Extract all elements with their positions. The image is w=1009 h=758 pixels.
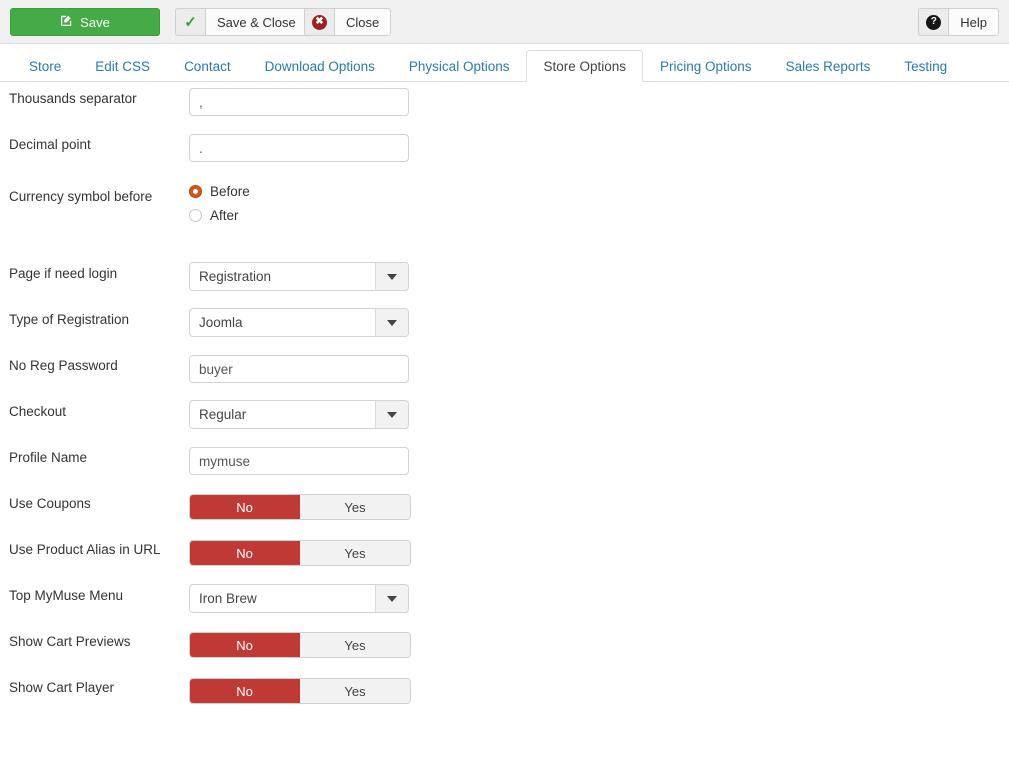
show-cart-player-toggle[interactable]: No Yes [189,678,411,704]
tab-physical-options[interactable]: Physical Options [392,50,527,83]
chevron-down-icon [375,585,408,612]
toggle-option-no[interactable]: No [190,633,300,657]
check-icon: ✓ [175,8,205,36]
radio-dot-selected-icon [189,185,202,198]
use-coupons-label: Use Coupons [9,497,91,511]
top-mymuse-menu-select[interactable]: Iron Brew [189,584,409,613]
no-reg-password-label: No Reg Password [9,359,118,373]
type-of-registration-select[interactable]: Joomla [189,308,409,337]
no-reg-password-input[interactable] [189,355,409,383]
use-product-alias-in-url-toggle[interactable]: No Yes [189,540,411,566]
toggle-option-yes[interactable]: Yes [300,541,410,565]
profile-name-input[interactable] [189,447,409,475]
save-button-group: Save [10,8,160,36]
help-button[interactable]: ? Help [918,8,999,36]
tab-edit-css[interactable]: Edit CSS [78,50,167,83]
toggle-option-yes[interactable]: Yes [300,495,410,519]
currency-symbol-before-label: Currency symbol before [9,190,152,204]
page-if-need-login-label: Page if need login [9,267,117,281]
type-of-registration-label: Type of Registration [9,313,129,327]
tab-testing[interactable]: Testing [887,50,964,83]
tab-store[interactable]: Store [12,50,78,83]
tab-sales-reports[interactable]: Sales Reports [769,50,888,83]
save-button[interactable]: Save [10,8,160,36]
radio-label-before: Before [210,185,250,199]
edit-square-icon [60,14,73,30]
tab-download-options[interactable]: Download Options [248,50,392,83]
top-mymuse-menu-label: Top MyMuse Menu [9,589,123,603]
toggle-option-no[interactable]: No [190,541,300,565]
save-and-close-label: Save & Close [205,8,308,36]
checkout-value: Regular [199,401,246,428]
type-of-registration-value: Joomla [199,309,243,336]
save-and-close-button[interactable]: ✓ Save & Close [175,8,308,36]
save-button-label: Save [80,15,110,30]
decimal-point-label: Decimal point [9,138,91,152]
question-circle-icon: ? [918,8,948,36]
toggle-option-no[interactable]: No [190,495,300,519]
close-circle-icon: ✖ [304,8,334,36]
top-mymuse-menu-value: Iron Brew [199,585,257,612]
radio-dot-unselected-icon [189,209,202,222]
toggle-option-yes[interactable]: Yes [300,633,410,657]
currency-symbol-before-radio-group: Before After [189,182,250,222]
tab-bar: Store Edit CSS Contact Download Options … [0,44,1009,82]
close-button[interactable]: ✖ Close [304,8,391,36]
checkout-select[interactable]: Regular [189,400,409,429]
thousands-separator-input[interactable] [189,88,409,116]
checkout-label: Checkout [9,405,66,419]
radio-label-after: After [210,209,239,223]
radio-option-before[interactable]: Before [189,185,250,199]
show-cart-previews-toggle[interactable]: No Yes [189,632,411,658]
use-product-alias-in-url-label: Use Product Alias in URL [9,543,161,557]
chevron-down-icon [375,401,408,428]
tab-store-options[interactable]: Store Options [526,50,643,83]
toggle-option-yes[interactable]: Yes [300,679,410,703]
close-label: Close [334,8,391,36]
chevron-down-icon [375,309,408,336]
toggle-option-no[interactable]: No [190,679,300,703]
store-options-form: Thousands separator Decimal point Curren… [0,82,1009,758]
show-cart-previews-label: Show Cart Previews [9,635,131,649]
tab-contact[interactable]: Contact [167,50,248,83]
toolbar: Save ✓ Save & Close ✖ Close ? Help [0,0,1009,44]
page-if-need-login-value: Registration [199,263,271,290]
decimal-point-input[interactable] [189,134,409,162]
radio-option-after[interactable]: After [189,209,250,223]
profile-name-label: Profile Name [9,451,87,465]
page-if-need-login-select[interactable]: Registration [189,262,409,291]
tab-pricing-options[interactable]: Pricing Options [643,50,769,83]
chevron-down-icon [375,263,408,290]
show-cart-player-label: Show Cart Player [9,681,114,695]
use-coupons-toggle[interactable]: No Yes [189,494,411,520]
help-label: Help [948,8,999,36]
thousands-separator-label: Thousands separator [9,92,137,106]
